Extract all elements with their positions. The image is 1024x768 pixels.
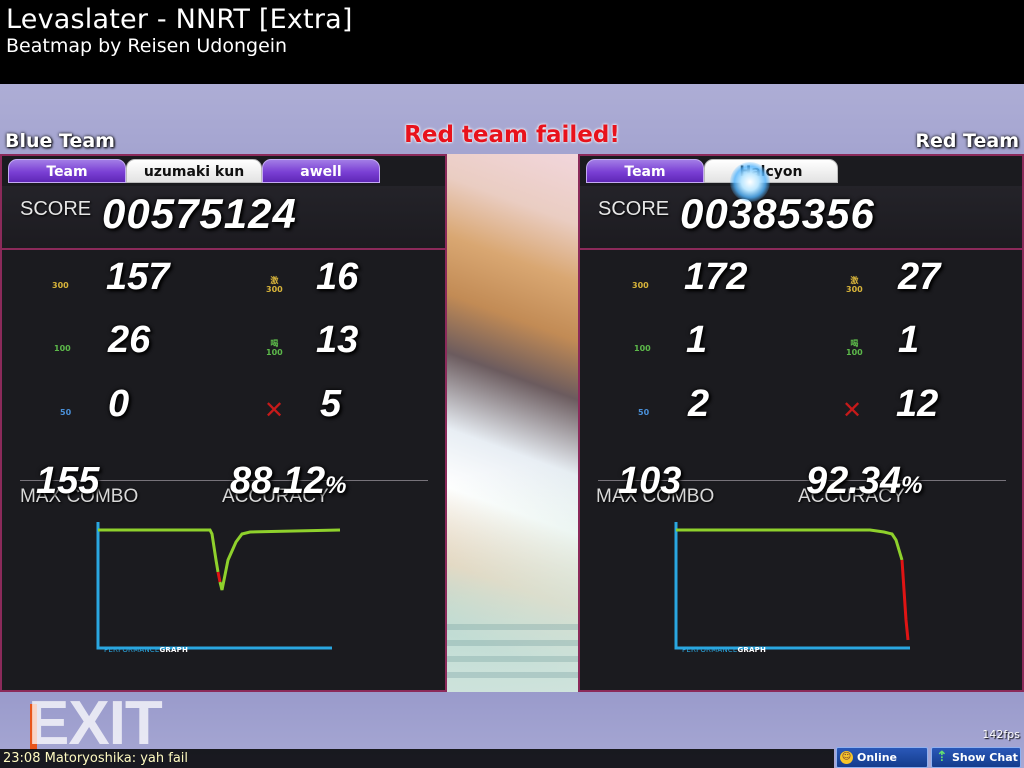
graph-line-good [98,528,220,573]
song-header: Levaslater - NNRT [Extra] Beatmap by Rei… [0,0,1024,84]
graph-line-recovery [218,528,341,591]
blue-count-katu: 13 [316,319,359,361]
score-label: SCORE [20,198,92,220]
smiley-icon: ☺ [840,751,853,764]
performance-graph-caption: PERFORMANCEGRAPH [682,646,767,654]
graph-line-good [676,528,904,561]
fps-counter: 142fps [982,728,1020,741]
red-performance-graph [674,522,910,650]
red-accuracy: 92.34% [806,460,923,502]
tab-player-uzumaki-kun[interactable]: uzumaki kun [126,159,262,183]
blue-count-miss: 5 [320,383,342,425]
blue-score-value: 00575124 [102,190,297,237]
hit50-icon: 50 [638,408,650,417]
red-count-miss: 12 [896,383,939,425]
tab-player-halcyon-prism[interactable]: Halcyon Prism [704,159,838,204]
blue-count-300: 157 [106,256,170,298]
cursor-icon [730,162,770,202]
show-chat-button[interactable]: ⇡ Show Chat [931,747,1021,768]
miss-icon: ✕ [264,396,285,424]
red-count-katu: 1 [898,319,920,361]
red-score-row: SCORE 00385356 [580,186,1022,250]
graph-axis [96,522,332,650]
red-count-50: 2 [688,383,710,425]
blue-team-panel: Team uzumaki kun awell SCORE 00575124 30… [0,154,447,692]
score-label: SCORE [598,198,670,220]
blue-accuracy: 88.12% [230,460,347,502]
geki-icon: 激 300 [846,276,863,294]
graph-line-bad [216,571,222,583]
hit300-icon: 300 [632,281,649,290]
hit100-icon: 100 [54,344,71,353]
red-max-combo: 103 [618,460,682,502]
blue-score-row: SCORE 00575124 [2,186,445,250]
exit-button[interactable]: EXIT [28,693,163,755]
red-team-label: Red Team [915,130,1019,152]
blue-performance-graph [96,522,341,650]
blue-max-combo: 155 [36,460,100,502]
hit300-icon: 300 [52,281,69,290]
team-failed-banner: Red team failed! [404,122,620,148]
blue-count-100: 26 [108,319,151,361]
tab-blue-team[interactable]: Team [8,159,126,183]
katu-icon: 喝 100 [266,339,283,357]
online-users-button[interactable]: ☺ Online Users [836,747,928,768]
performance-graph-caption: PERFORMANCEGRAPH [104,646,189,654]
beatmap-background-art [447,154,578,692]
song-title: Levaslater - NNRT [Extra] [6,4,353,35]
blue-count-geki: 16 [316,256,359,298]
tab-red-team[interactable]: Team [586,159,704,183]
hit100-icon: 100 [634,344,651,353]
red-count-geki: 27 [898,256,941,298]
tab-player-awell[interactable]: awell [262,159,380,183]
miss-icon: ✕ [842,396,863,424]
red-score-value: 00385356 [680,190,875,237]
chat-message: 23:08 Matoryoshika: yah fail [0,749,834,768]
beatmap-creator: Beatmap by Reisen Udongein [6,35,288,57]
graph-axis [674,522,910,650]
red-player-tabs: Team Halcyon Prism [586,159,838,204]
geki-icon: 激 300 [266,276,283,294]
arrow-up-icon: ⇡ [936,749,948,765]
red-team-panel: Team Halcyon Prism SCORE 00385356 300 17… [578,154,1024,692]
red-count-100: 1 [686,319,708,361]
blue-player-tabs: Team uzumaki kun awell [8,159,380,183]
hit50-icon: 50 [60,408,72,417]
blue-count-50: 0 [108,383,130,425]
red-count-300: 172 [684,256,748,298]
graph-line-bad [900,559,910,641]
katu-icon: 喝 100 [846,339,863,357]
